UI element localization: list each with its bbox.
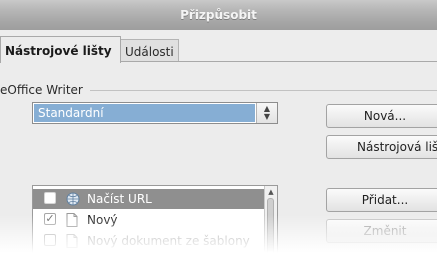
document-icon (66, 234, 78, 248)
tab-strip: Nástrojové lišty Události (0, 30, 437, 63)
group-divider (90, 90, 437, 91)
toolbar-select[interactable]: Standardní ▲ ▼ (32, 102, 278, 124)
list-item[interactable]: Nový dokument ze šablony (33, 231, 265, 251)
scrollbar-thumb[interactable] (267, 198, 274, 258)
commands-list[interactable]: Načíst URL ✓ Nový Nový dokument ze šablo… (32, 185, 278, 265)
list-item-label: Nový (87, 213, 118, 227)
checkbox[interactable] (44, 255, 56, 265)
window-title: Přizpůsobit (180, 8, 257, 22)
globe-icon (66, 192, 80, 206)
list-item[interactable]: ✓ Nový (33, 210, 265, 230)
tab-toolbars[interactable]: Nástrojové lišty (0, 36, 121, 63)
add-command-button[interactable]: Přidat... (326, 188, 437, 212)
group-label: eOffice Writer (0, 83, 87, 97)
list-item[interactable]: Načíst URL (33, 189, 265, 209)
list-item-label: Nový dokument ze šablony (87, 234, 250, 248)
checkbox[interactable] (44, 192, 56, 204)
scroll-up-icon[interactable]: ▲ (265, 188, 277, 196)
document-icon (66, 213, 78, 227)
checkbox[interactable] (44, 234, 56, 246)
list-item-label: Načíst URL (87, 192, 152, 206)
toolbar-menu-button[interactable]: Nástrojová liš (326, 135, 437, 159)
checkbox-checked[interactable]: ✓ (44, 213, 56, 225)
toolbar-select-value: Standardní (34, 104, 255, 122)
new-toolbar-button[interactable]: Nová... (326, 104, 437, 128)
list-item[interactable] (33, 252, 265, 265)
tab-panel-toolbars: eOffice Writer Standardní ▲ ▼ Nová... Nás… (0, 61, 437, 265)
window-titlebar[interactable]: Přizpůsobit (0, 0, 437, 31)
tab-events[interactable]: Události (120, 39, 179, 62)
list-scrollbar[interactable]: ▲ (264, 186, 277, 265)
updown-arrows-icon[interactable]: ▲ ▼ (256, 103, 277, 123)
change-command-button[interactable]: Změnit (326, 219, 437, 243)
